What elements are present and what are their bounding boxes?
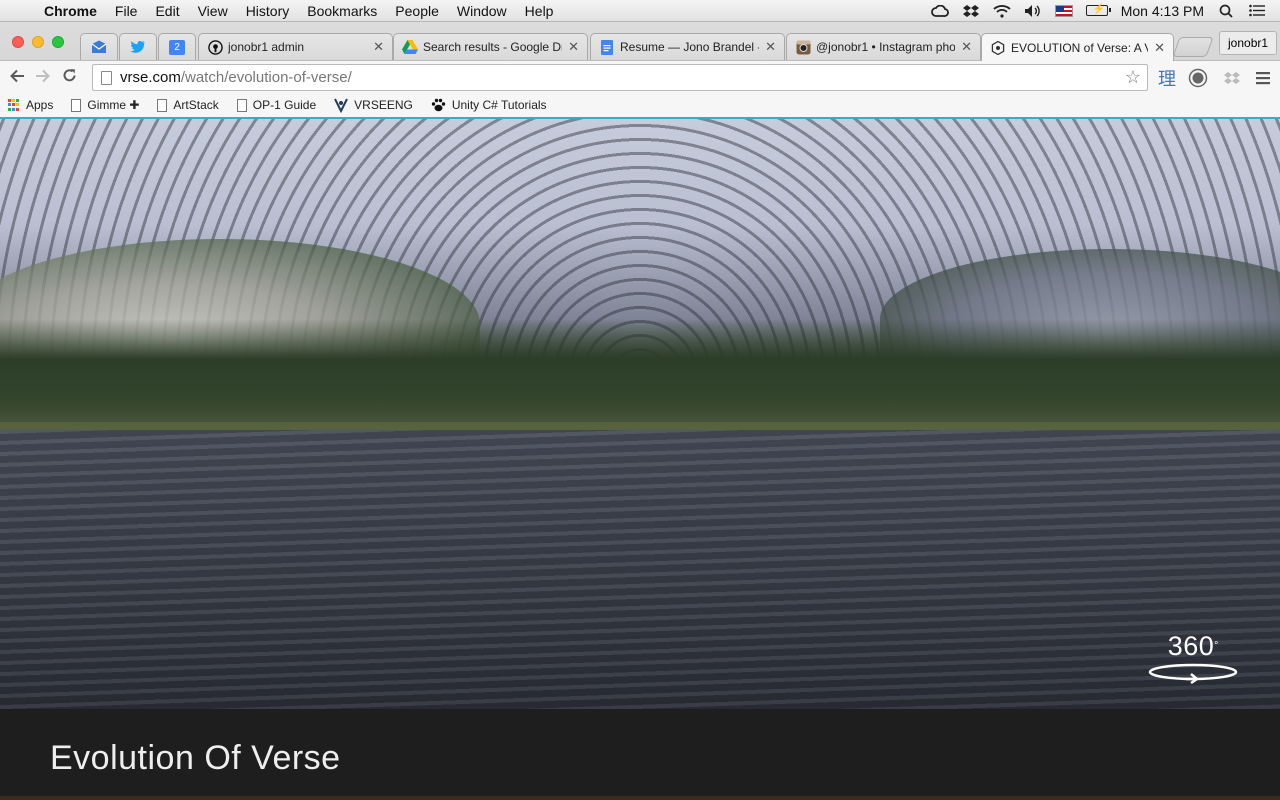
page-info-icon[interactable] — [101, 70, 112, 85]
google-drive-icon — [402, 39, 418, 55]
menu-help[interactable]: Help — [516, 3, 563, 19]
close-window-button[interactable] — [12, 36, 24, 48]
calendar-icon: 2 — [169, 39, 185, 55]
browser-window: 2 jonobr1 admin ✕ Search results - Googl… — [0, 22, 1280, 119]
forest-layer — [0, 319, 1280, 434]
video-title: Evolution Of Verse — [50, 739, 341, 777]
profile-button[interactable]: jonobr1 — [1219, 31, 1278, 55]
menu-history[interactable]: History — [237, 3, 299, 19]
bookmark-star-icon[interactable]: ☆ — [1125, 67, 1141, 88]
google-docs-icon — [599, 39, 615, 55]
browser-toolbar: vrse.com/watch/evolution-of-verse/ ☆ 理 — [0, 60, 1280, 93]
tab-github[interactable]: jonobr1 admin ✕ — [198, 33, 393, 60]
us-flag-icon[interactable] — [1054, 4, 1073, 17]
bookmark-unity-tutorials[interactable]: Unity C# Tutorials — [431, 98, 547, 112]
page-icon — [236, 98, 247, 112]
close-tab-icon[interactable]: ✕ — [373, 39, 384, 55]
url-path: /watch/evolution-of-verse/ — [180, 69, 352, 86]
bookmark-label: Unity C# Tutorials — [451, 98, 547, 112]
page-icon — [71, 98, 82, 112]
degree-symbol: ° — [1214, 640, 1219, 652]
360-label: 360 — [1167, 631, 1215, 661]
bookmark-label: VRSEENG — [354, 98, 413, 112]
url-host: vrse.com — [120, 69, 181, 86]
tab-vrse-active[interactable]: EVOLUTION of Verse: A Vir ✕ — [981, 33, 1174, 61]
wifi-icon[interactable] — [993, 4, 1011, 18]
tab-title: jonobr1 admin — [228, 40, 305, 54]
bookmark-op1-guide[interactable]: OP-1 Guide — [236, 98, 317, 112]
tab-title: Resume — Jono Brandel - ( — [620, 40, 760, 54]
close-tab-icon[interactable]: ✕ — [961, 39, 972, 55]
vrse-icon — [990, 40, 1006, 56]
bookmark-label: Gimme ✚ — [87, 98, 140, 112]
menu-people[interactable]: People — [386, 3, 448, 19]
forward-button[interactable] — [30, 67, 56, 88]
bookmark-vrseeng[interactable]: VRSEENG — [334, 98, 413, 113]
inbox-icon — [91, 39, 107, 55]
bookmark-label: OP-1 Guide — [252, 98, 317, 112]
chrome-menu-icon[interactable] — [1252, 67, 1274, 89]
lake-water — [0, 430, 1280, 709]
new-tab-button[interactable] — [1172, 37, 1214, 57]
github-icon — [207, 39, 223, 55]
bookmark-gimme[interactable]: Gimme ✚ — [71, 98, 139, 112]
bottom-strip — [0, 796, 1280, 800]
battery-icon[interactable]: ⚡ — [1085, 4, 1111, 16]
bookmark-label: ArtStack — [173, 98, 219, 112]
address-bar[interactable]: vrse.com/watch/evolution-of-verse/ ☆ — [92, 64, 1148, 91]
bookmarks-bar: Apps Gimme ✚ ArtStack OP-1 Guide VRSEENG… — [0, 93, 1280, 117]
tab-title: Search results - Google Dri — [423, 40, 563, 54]
record-extension-icon[interactable] — [1187, 67, 1209, 89]
zoom-window-button[interactable] — [52, 36, 64, 48]
menu-app-name[interactable]: Chrome — [40, 3, 106, 19]
bookmark-artstack[interactable]: ArtStack — [157, 98, 219, 112]
tab-google-docs[interactable]: Resume — Jono Brandel - ( ✕ — [590, 33, 785, 60]
dropbox-extension-icon[interactable] — [1221, 67, 1243, 89]
back-button[interactable] — [4, 67, 30, 88]
vrse-icon — [334, 98, 349, 113]
menu-window[interactable]: Window — [448, 3, 516, 19]
notification-center-icon[interactable] — [1248, 4, 1266, 18]
rotate-arrows-icon — [1148, 663, 1238, 685]
menu-view[interactable]: View — [189, 3, 237, 19]
video-title-bar: Evolution Of Verse — [0, 709, 1280, 796]
tab-strip: 2 jonobr1 admin ✕ Search results - Googl… — [0, 22, 1280, 61]
menu-bookmarks[interactable]: Bookmarks — [298, 3, 386, 19]
360-badge[interactable]: 360° — [1146, 631, 1240, 689]
apps-grid-icon — [8, 99, 20, 111]
spotlight-search-icon[interactable] — [1217, 4, 1235, 18]
tab-calendar[interactable]: 2 — [158, 33, 196, 60]
minimize-window-button[interactable] — [32, 36, 44, 48]
reload-button[interactable] — [56, 67, 82, 88]
dropbox-icon[interactable] — [962, 4, 980, 18]
bookmark-label: Apps — [26, 98, 54, 112]
tab-title: @jonobr1 • Instagram phot — [816, 40, 956, 54]
translate-extension-icon[interactable]: 理 — [1156, 67, 1178, 89]
menu-bar: Chrome File Edit View History Bookmarks … — [0, 0, 1280, 22]
creative-cloud-icon[interactable] — [930, 4, 949, 18]
tab-twitter[interactable] — [119, 33, 157, 60]
menu-clock[interactable]: Mon 4:13 PM — [1121, 3, 1204, 19]
close-tab-icon[interactable]: ✕ — [568, 39, 579, 55]
window-controls — [12, 36, 64, 48]
volume-icon[interactable] — [1024, 4, 1042, 18]
video-360-viewport[interactable]: 360° — [0, 119, 1280, 709]
twitter-icon — [130, 39, 146, 55]
tab-instagram[interactable]: @jonobr1 • Instagram phot ✕ — [786, 33, 981, 60]
instagram-icon — [795, 39, 811, 55]
page-icon — [157, 98, 168, 112]
shoreline — [0, 422, 1280, 430]
menu-edit[interactable]: Edit — [146, 3, 188, 19]
close-tab-icon[interactable]: ✕ — [765, 39, 776, 55]
tab-inbox[interactable] — [80, 33, 118, 60]
bookmark-apps[interactable]: Apps — [8, 98, 53, 112]
menu-file[interactable]: File — [106, 3, 147, 19]
tab-title: EVOLUTION of Verse: A Vir — [1011, 40, 1149, 55]
paw-icon — [431, 98, 446, 112]
tab-google-drive[interactable]: Search results - Google Dri ✕ — [393, 33, 588, 60]
close-tab-icon[interactable]: ✕ — [1154, 40, 1165, 56]
